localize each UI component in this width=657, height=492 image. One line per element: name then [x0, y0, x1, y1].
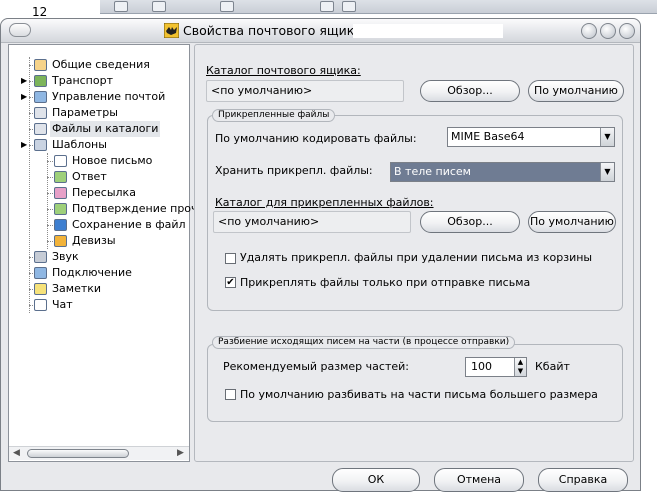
connection-icon — [34, 267, 47, 279]
expand-arrow-icon[interactable]: ▶ — [21, 73, 27, 89]
chevron-down-icon[interactable]: ▼ — [600, 163, 614, 181]
encode-select[interactable]: MIME Base64 ▼ — [447, 127, 615, 147]
title-bar: Свойства почтового ящика - — [1, 19, 640, 43]
maximize-button[interactable] — [600, 23, 616, 39]
split-group — [207, 344, 623, 422]
new-letter-icon — [54, 155, 67, 167]
notes-icon — [34, 283, 47, 295]
scroll-left-arrow-icon[interactable]: ◀ — [13, 448, 20, 458]
cancel-button[interactable]: Отмена — [434, 468, 524, 492]
attach-on-send-checkbox[interactable]: ✔ — [225, 277, 236, 288]
background-area: 12 — [0, 0, 657, 20]
tree-item-label: Пересылка — [72, 186, 136, 199]
mailbox-dir-default-button[interactable]: По умолчанию — [528, 80, 624, 102]
part-size-label: Рекомендуемый размер частей: — [223, 360, 409, 373]
mailbox-properties-dialog: Свойства почтового ящика - Общие сведени… — [0, 18, 641, 492]
delete-attach-checkbox[interactable] — [225, 253, 236, 264]
toolbar-button-icon — [320, 1, 334, 12]
forward-icon — [54, 187, 67, 199]
attachments-group-title: Прикрепленные файлы — [212, 109, 336, 122]
background-toolbar — [100, 0, 657, 14]
tree-connector — [47, 241, 53, 242]
window-title: Свойства почтового ящика - — [183, 23, 371, 38]
tree-connector — [47, 153, 48, 249]
tree-item-label: Подтверждение прочт — [72, 202, 204, 215]
settings-tree: Общие сведения ▶ Транспорт ▶ Управление почт… — [8, 44, 204, 462]
redacted-mailbox-name — [353, 24, 503, 38]
sound-icon — [34, 251, 47, 263]
encode-label: По умолчанию кодировать файлы: — [215, 132, 417, 145]
mailbox-dir-field[interactable]: <по умолчанию> — [206, 80, 404, 102]
mottos-icon — [54, 235, 67, 247]
tree-item-label: Параметры — [52, 106, 118, 119]
tree-item-label: Транспорт — [52, 74, 113, 87]
part-size-stepper[interactable]: 100 ▲ ▼ — [465, 357, 527, 377]
part-size-unit: Кбайт — [535, 360, 570, 373]
files-folders-icon — [34, 123, 47, 135]
scrollbar-thumb[interactable] — [27, 449, 129, 458]
transport-icon — [34, 75, 47, 87]
help-button[interactable]: Справка — [538, 468, 628, 492]
scroll-right-arrow-icon[interactable]: ▶ — [177, 448, 184, 458]
background-number: 12 — [32, 5, 48, 19]
tree-item-label: Шаблоны — [52, 138, 107, 151]
encode-select-value: MIME Base64 — [451, 130, 525, 143]
tree-item-label: Новое письмо — [72, 154, 153, 167]
tree-item-label: Файлы и каталоги — [50, 121, 161, 137]
tree-item-label: Сохранение в файл — [72, 218, 186, 231]
tree-connector — [47, 177, 53, 178]
mail-management-icon — [34, 91, 47, 103]
expand-arrow-icon[interactable]: ▶ — [21, 137, 27, 153]
mailbox-dir-label: Каталог почтового ящика: — [206, 64, 361, 77]
expand-arrow-icon[interactable]: ▶ — [21, 89, 27, 105]
reply-icon — [54, 171, 67, 183]
parameters-icon — [34, 107, 47, 119]
ok-button[interactable]: ОК — [332, 468, 420, 492]
tree-item-label: Звук — [52, 250, 79, 263]
system-menu-button[interactable] — [9, 23, 31, 37]
store-select[interactable]: В теле писем ▼ — [390, 162, 615, 182]
tree-connector — [47, 193, 53, 194]
attach-dir-label: Каталог для прикрепленных файлов: — [215, 196, 434, 209]
tree-connector — [47, 209, 53, 210]
tree-connector — [47, 225, 53, 226]
attach-dir-default-button[interactable]: По умолчанию — [528, 211, 616, 233]
tree-item-label: Управление почтой — [52, 90, 166, 103]
mailbox-info-icon — [34, 59, 47, 71]
chevron-down-icon[interactable]: ▼ — [600, 128, 614, 146]
toolbar-button-icon — [220, 1, 234, 12]
tree-horizontal-scrollbar[interactable]: ◀ ▶ — [9, 446, 189, 460]
attach-dir-browse-button[interactable]: Обзор... — [420, 211, 520, 233]
save-to-file-icon — [54, 219, 67, 231]
attach-dir-field[interactable]: <по умолчанию> — [213, 211, 411, 233]
tree-item-label: Подключение — [52, 266, 132, 279]
delete-attach-label: Удалять прикрепл. файлы при удалении пис… — [240, 251, 593, 264]
tree-item-label: Чат — [52, 298, 73, 311]
files-and-folders-page: Каталог почтового ящика: <по умолчанию> … — [194, 44, 634, 462]
templates-icon — [34, 139, 47, 151]
toolbar-button-icon — [114, 1, 128, 12]
split-default-checkbox[interactable] — [225, 389, 236, 400]
store-label: Хранить прикрепл. файлы: — [215, 164, 373, 177]
attach-on-send-label: Прикреплять файлы только при отправке пи… — [240, 276, 531, 289]
chat-icon — [34, 299, 47, 311]
part-size-value: 100 — [471, 360, 492, 373]
tree-item-label: Заметки — [52, 282, 102, 295]
split-default-label: По умолчанию разбивать на части письма б… — [240, 388, 598, 401]
stepper-arrows-icon[interactable]: ▲ ▼ — [514, 358, 526, 376]
mailbox-dir-browse-button[interactable]: Обзор... — [420, 80, 520, 102]
bat-app-icon — [164, 23, 179, 38]
minimize-button[interactable] — [581, 23, 597, 39]
tree-item-label: Девизы — [72, 234, 116, 247]
close-button[interactable] — [619, 23, 635, 39]
tree-item-label: Общие сведения — [52, 58, 150, 71]
tree-connector — [29, 57, 30, 313]
tree-connector — [47, 161, 53, 162]
toolbar-button-icon — [342, 1, 356, 12]
store-select-value: В теле писем — [394, 165, 471, 178]
toolbar-button-icon — [152, 1, 166, 12]
tree-item-label: Ответ — [72, 170, 107, 183]
split-group-title: Разбиение исходящих писем на части (в пр… — [212, 336, 516, 349]
read-receipt-icon — [54, 203, 67, 215]
